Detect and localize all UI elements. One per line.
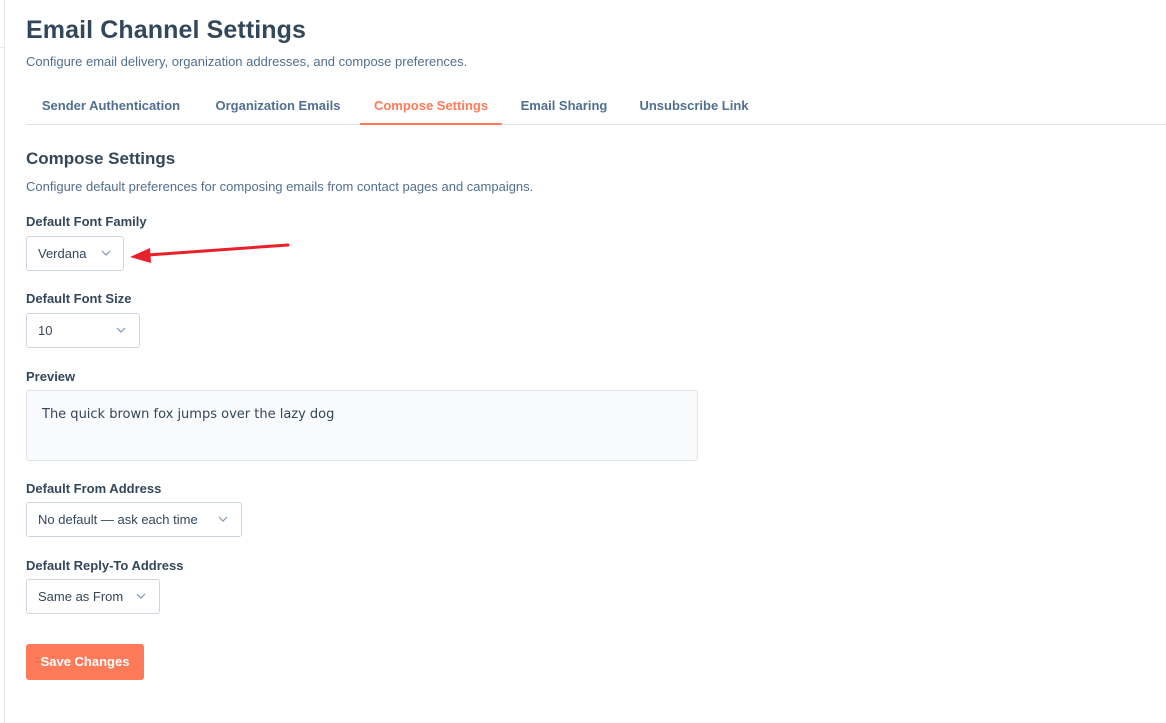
font-preview-box: The quick brown fox jumps over the lazy …	[26, 390, 698, 461]
section-description: Configure default preferences for compos…	[26, 179, 534, 194]
preview-label: Preview	[26, 369, 76, 384]
chevron-down-icon	[116, 327, 126, 333]
section-title: Compose Settings	[26, 149, 176, 168]
font-size-value: 10	[38, 323, 53, 338]
from-address-label: Default From Address	[26, 481, 162, 496]
tab-email-sharing[interactable]: Email Sharing	[510, 88, 618, 125]
font-family-select[interactable]: Verdana	[26, 236, 124, 271]
page-title: Email Channel Settings	[26, 16, 307, 44]
font-family-label: Default Font Family	[26, 214, 147, 229]
page-subtitle: Configure email delivery, organization a…	[26, 54, 468, 69]
from-address-select[interactable]: No default — ask each time	[26, 502, 242, 537]
tab-sender-authentication[interactable]: Sender Authentication	[26, 88, 196, 125]
settings-tabs: Sender Authentication Organization Email…	[26, 88, 1166, 125]
reply-to-label: Default Reply-To Address	[26, 558, 184, 573]
tab-compose-settings[interactable]: Compose Settings	[360, 88, 502, 125]
reply-to-value: Same as From	[38, 589, 124, 604]
preview-text: The quick brown fox jumps over the lazy …	[42, 407, 335, 422]
tab-unsubscribe-link[interactable]: Unsubscribe Link	[630, 88, 758, 125]
save-changes-button[interactable]: Save Changes	[26, 644, 144, 680]
chevron-down-icon	[218, 516, 228, 522]
font-family-value: Verdana	[38, 246, 87, 261]
chevron-down-icon	[101, 250, 111, 256]
font-size-select[interactable]: 10	[26, 313, 140, 348]
frame-divider	[0, 0, 4, 48]
chevron-down-icon	[136, 593, 146, 599]
annotation-arrow	[130, 243, 290, 263]
tab-organization-emails[interactable]: Organization Emails	[203, 88, 353, 125]
from-address-value: No default — ask each time	[38, 512, 198, 527]
reply-to-select[interactable]: Same as From	[26, 579, 160, 614]
font-size-label: Default Font Size	[26, 291, 132, 306]
